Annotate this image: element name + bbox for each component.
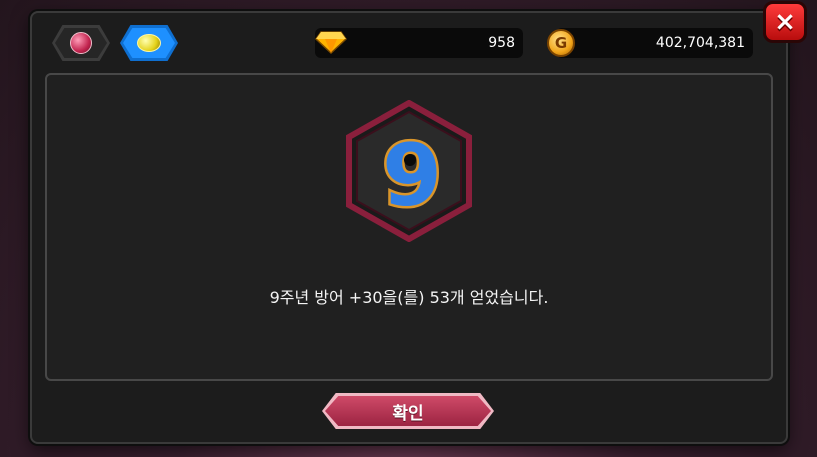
gold-amount: 402,704,381 [655, 35, 745, 51]
confirm-label: 확인 [392, 403, 424, 424]
close-icon: × [774, 7, 796, 37]
confirm-button[interactable]: 확인 [322, 393, 494, 429]
ruby-icon [70, 32, 92, 54]
tab-potion[interactable] [120, 25, 178, 61]
svg-text:9: 9 [382, 126, 442, 226]
close-button[interactable]: × [763, 1, 807, 43]
gold-coin-icon: G [547, 29, 575, 57]
gem-amount: 958 [488, 35, 515, 51]
gold-counter: 402,704,381 [556, 28, 753, 58]
anniversary-9-icon: 9 [346, 100, 472, 242]
potion-icon [137, 34, 161, 52]
reward-message: 9주년 방어 +30을(를) 53개 얻었습니다. [269, 288, 549, 307]
tab-ruby[interactable] [52, 25, 110, 61]
diamond-icon [315, 31, 347, 54]
